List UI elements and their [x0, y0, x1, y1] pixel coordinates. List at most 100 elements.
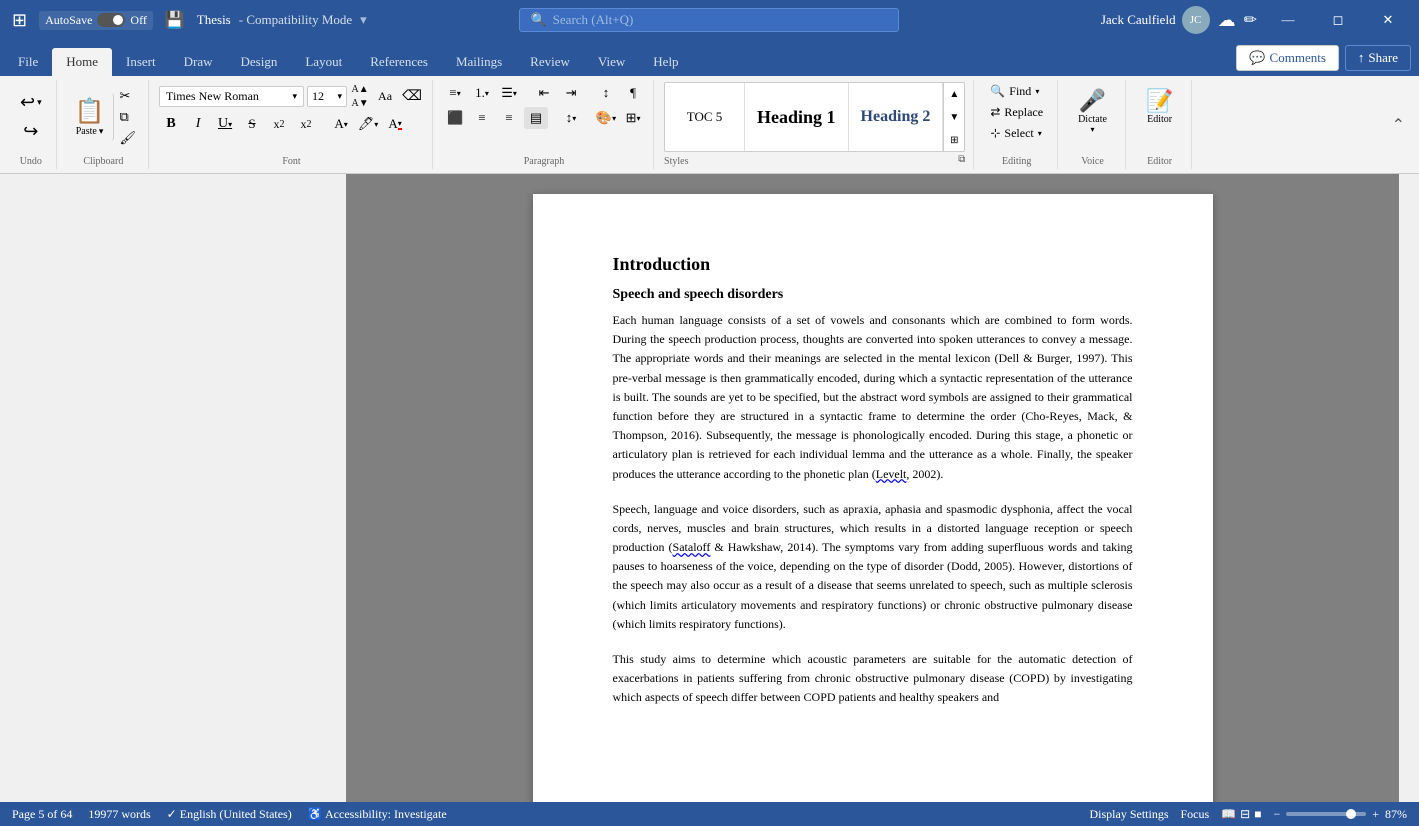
web-view-button[interactable]: ■ [1254, 807, 1261, 822]
tab-mailings[interactable]: Mailings [442, 48, 516, 76]
styles-scroll-up[interactable]: ▲ [944, 83, 964, 106]
style-toc5[interactable]: TOC 5 [665, 82, 745, 152]
pen-icon[interactable]: ✏ [1244, 10, 1257, 30]
redo-button[interactable]: ↪ [17, 118, 44, 145]
font-color-button[interactable]: A▾ [329, 113, 353, 135]
clear-format-button[interactable]: ⌫ [400, 85, 424, 107]
focus-button[interactable]: Focus [1181, 807, 1210, 822]
tab-draw[interactable]: Draw [170, 48, 227, 76]
accessibility-status[interactable]: ♿ Accessibility: Investigate [308, 807, 447, 822]
user-info[interactable]: Jack Caulfield JC [1101, 6, 1210, 34]
save-icon[interactable]: 💾 [161, 6, 189, 34]
multilevel-button[interactable]: ☰▾ [497, 82, 521, 104]
line-spacing-button[interactable]: ↕▾ [559, 107, 583, 129]
tab-home[interactable]: Home [52, 48, 112, 76]
dictate-dropdown[interactable]: ▾ [1090, 125, 1094, 134]
print-view-button[interactable]: ⊟ [1240, 807, 1250, 822]
app-grid-icon[interactable]: ⊞ [8, 6, 31, 35]
bullets-button[interactable]: ≡▾ [443, 82, 467, 104]
styles-scroll-down[interactable]: ▼ [944, 106, 964, 129]
ribbon-collapse-button[interactable]: ⌃ [1384, 80, 1413, 169]
font-size-decrease[interactable]: A▼ [350, 96, 370, 110]
editor-button[interactable]: 📝 Editor [1136, 82, 1183, 131]
zoom-slider[interactable] [1286, 812, 1366, 816]
align-justify-button[interactable]: ▤ [524, 107, 548, 129]
undo-button[interactable]: ↩ ▾ [14, 89, 48, 116]
tab-insert[interactable]: Insert [112, 48, 170, 76]
tab-design[interactable]: Design [227, 48, 292, 76]
dictate-button[interactable]: 🎤 Dictate ▾ [1068, 82, 1117, 140]
select-dropdown[interactable]: ▾ [1038, 129, 1042, 138]
editor-label: Editor [1147, 114, 1172, 125]
clipboard-small-btns: ✂ ⧉ 🖌 [116, 86, 141, 148]
ribbon-tabs: File Home Insert Draw Design Layout Refe… [0, 40, 1228, 76]
font-size-selector[interactable]: 12 ▾ [307, 86, 347, 107]
italic-button[interactable]: I [186, 113, 210, 135]
font-name-selector[interactable]: Times New Roman ▾ [159, 86, 304, 107]
undo-dropdown[interactable]: ▾ [37, 97, 42, 108]
font-name-dropdown[interactable]: ▾ [293, 91, 298, 102]
display-settings-button[interactable]: Display Settings [1089, 807, 1168, 822]
search-box[interactable]: 🔍 Search (Alt+Q) [519, 8, 899, 32]
tab-references[interactable]: References [356, 48, 442, 76]
autosave-pill[interactable] [97, 13, 125, 27]
find-dropdown[interactable]: ▾ [1035, 87, 1039, 96]
format-painter-button[interactable]: 🖌 [116, 128, 141, 148]
document-area[interactable]: Introduction Speech and speech disorders… [346, 174, 1399, 802]
share-button[interactable]: ↑ Share [1345, 45, 1411, 71]
compatibility-mode: - Compatibility Mode [239, 12, 352, 28]
styles-expand-icon[interactable]: ⧉ [958, 154, 965, 165]
style-heading2[interactable]: Heading 2 [849, 82, 944, 152]
tab-view[interactable]: View [584, 48, 639, 76]
bold-button[interactable]: B [159, 113, 183, 135]
text-shading-button[interactable]: A▾ [383, 113, 407, 135]
minimize-button[interactable]: — [1265, 4, 1311, 36]
show-formatting-button[interactable]: ¶ [621, 82, 645, 104]
font-size-increase[interactable]: A▲ [350, 82, 370, 96]
increase-indent-button[interactable]: ⇥ [559, 82, 583, 104]
select-button[interactable]: ⊹ Select ▾ [984, 124, 1049, 143]
font-size-dropdown[interactable]: ▾ [338, 91, 343, 102]
autosave-toggle[interactable]: AutoSave Off [39, 11, 153, 30]
tab-file[interactable]: File [4, 48, 52, 76]
find-button[interactable]: 🔍 Find ▾ [984, 82, 1049, 101]
restore-button[interactable]: ◻ [1315, 4, 1361, 36]
compatibility-dropdown[interactable]: ▾ [360, 12, 367, 28]
sort-button[interactable]: ↕ [594, 82, 618, 104]
zoom-control[interactable]: − + 87% [1273, 807, 1407, 822]
numbering-button[interactable]: 1.▾ [470, 82, 494, 104]
shading-button[interactable]: 🎨▾ [594, 107, 618, 129]
paste-dropdown[interactable]: ▾ [99, 126, 104, 137]
align-right-button[interactable]: ≡ [497, 107, 521, 129]
copy-button[interactable]: ⧉ [116, 107, 141, 127]
borders-button[interactable]: ⊞▾ [621, 107, 645, 129]
comments-button[interactable]: 💬 Comments [1236, 45, 1339, 71]
highlight-button[interactable]: 🖊▾ [356, 113, 380, 135]
superscript-button[interactable]: x2 [294, 113, 318, 135]
underline-dropdown[interactable]: ▾ [228, 120, 232, 129]
replace-button[interactable]: ⇄ Replace [984, 103, 1049, 122]
subscript-button[interactable]: x2 [267, 113, 291, 135]
tab-layout[interactable]: Layout [291, 48, 356, 76]
paragraph-controls: ≡▾ 1.▾ ☰▾ ⇤ ⇥ ↕ ¶ ⬛ ≡ ≡ ▤ ↕▾ [443, 82, 645, 129]
styles-expand[interactable]: ⊞ [944, 129, 964, 152]
zoom-out-button[interactable]: − [1273, 807, 1280, 822]
close-button[interactable]: ✕ [1365, 4, 1411, 36]
cloud-icon[interactable]: ☁ [1218, 10, 1236, 31]
dictate-icon: 🎤 [1079, 88, 1106, 114]
read-view-button[interactable]: 📖 [1221, 807, 1236, 822]
tab-help[interactable]: Help [639, 48, 692, 76]
tab-review[interactable]: Review [516, 48, 584, 76]
cut-button[interactable]: ✂ [116, 86, 141, 106]
decrease-indent-button[interactable]: ⇤ [532, 82, 556, 104]
strikethrough-button[interactable]: S [240, 113, 264, 135]
change-case-button[interactable]: Aa [373, 85, 397, 107]
styles-gallery: TOC 5 Heading 1 Heading 2 ▲ ▼ ⊞ [664, 82, 965, 152]
underline-button[interactable]: U ▾ [213, 113, 237, 135]
align-left-button[interactable]: ⬛ [443, 107, 467, 129]
align-center-button[interactable]: ≡ [470, 107, 494, 129]
zoom-in-button[interactable]: + [1372, 807, 1379, 822]
style-heading1[interactable]: Heading 1 [745, 82, 849, 152]
paste-button[interactable]: 📋 Paste ▾ [67, 93, 114, 141]
language-indicator[interactable]: ✓ English (United States) [167, 807, 292, 822]
